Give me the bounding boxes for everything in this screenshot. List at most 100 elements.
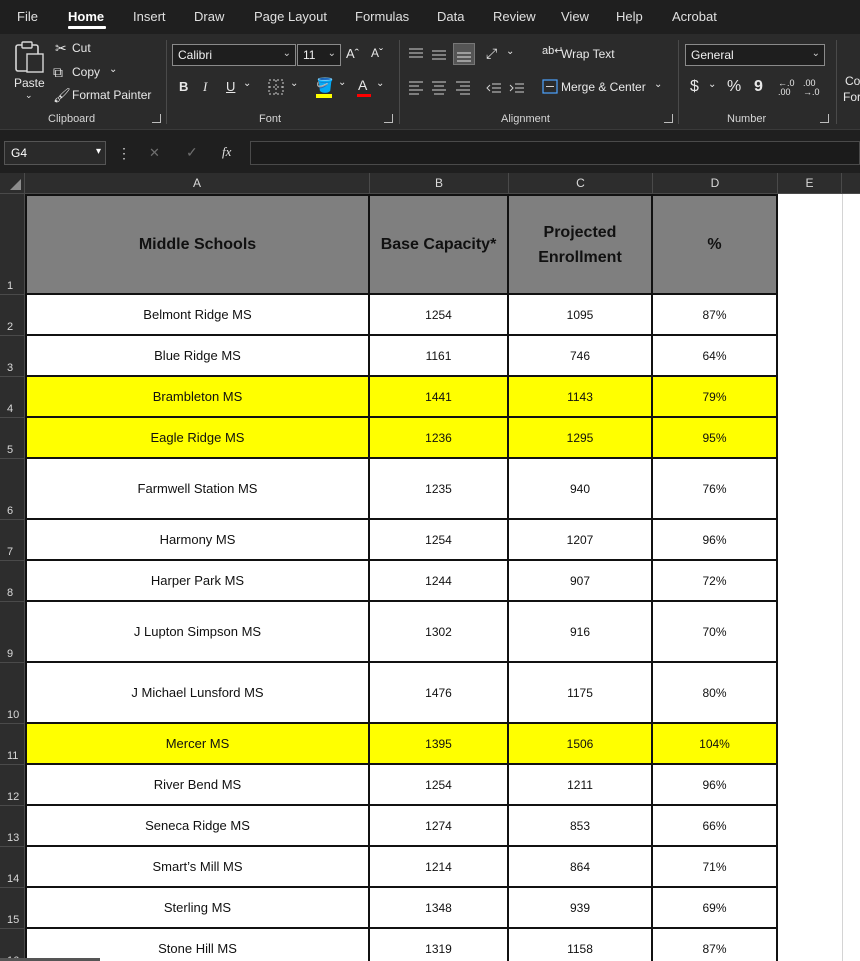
cell-base-capacity[interactable]: 1254 — [370, 765, 509, 806]
number-launcher-icon[interactable] — [820, 114, 829, 123]
underline-button[interactable]: U — [226, 79, 235, 94]
increase-indent-icon[interactable] — [509, 81, 525, 95]
row-header[interactable]: 8 — [0, 561, 25, 602]
cell-school-name[interactable]: Brambleton MS — [25, 377, 370, 418]
cell-base-capacity[interactable]: 1441 — [370, 377, 509, 418]
row-header[interactable]: 9 — [0, 602, 25, 663]
cell-base-capacity[interactable]: 1254 — [370, 520, 509, 561]
cell-school-name[interactable]: Sterling MS — [25, 888, 370, 929]
insert-function-icon[interactable]: fx — [222, 144, 231, 160]
cell-school-name[interactable]: River Bend MS — [25, 765, 370, 806]
cell-percent[interactable]: 69% — [653, 888, 778, 929]
cell-school-name[interactable]: Mercer MS — [25, 724, 370, 765]
cell-percent[interactable]: 80% — [653, 663, 778, 724]
copy-button[interactable]: ⧉ Copy ⌄ — [53, 64, 128, 82]
cell-base-capacity[interactable]: 1348 — [370, 888, 509, 929]
cell-school-name[interactable]: Smart’s Mill MS — [25, 847, 370, 888]
tab-file[interactable]: File — [17, 9, 38, 24]
tab-draw[interactable]: Draw — [194, 9, 224, 24]
align-bottom-button[interactable] — [453, 43, 475, 65]
chevron-down-icon[interactable]: ⌄ — [506, 46, 514, 57]
format-as-table-label-partial[interactable]: For — [843, 90, 860, 104]
cell-projected-enrollment[interactable]: 1175 — [509, 663, 653, 724]
tab-acrobat[interactable]: Acrobat — [672, 9, 717, 24]
row-header[interactable]: 14 — [0, 847, 25, 888]
align-top-icon[interactable] — [408, 48, 424, 62]
cell-percent[interactable]: 96% — [653, 520, 778, 561]
decrease-decimal-button[interactable]: .00 →.0 — [803, 79, 825, 97]
cell-projected-enrollment[interactable]: 1207 — [509, 520, 653, 561]
cell-projected-enrollment[interactable]: 907 — [509, 561, 653, 602]
cell-base-capacity[interactable]: 1274 — [370, 806, 509, 847]
cell-percent[interactable]: 70% — [653, 602, 778, 663]
cell-percent[interactable]: 72% — [653, 561, 778, 602]
column-header-c[interactable]: C — [509, 173, 653, 194]
cell-percent[interactable]: 104% — [653, 724, 778, 765]
column-header-d[interactable]: D — [653, 173, 778, 194]
cell-projected-enrollment[interactable]: 916 — [509, 602, 653, 663]
cell-percent[interactable]: 64% — [653, 336, 778, 377]
row-header[interactable]: 10 — [0, 663, 25, 724]
name-box[interactable]: G4 ▾ — [4, 141, 106, 165]
cell-projected-enrollment[interactable]: 940 — [509, 459, 653, 520]
underline-dropdown-icon[interactable]: ⌄ — [243, 78, 251, 89]
cell-percent[interactable]: 79% — [653, 377, 778, 418]
row-header[interactable]: 2 — [0, 295, 25, 336]
cell-percent[interactable]: 71% — [653, 847, 778, 888]
fill-color-button[interactable]: 🪣 ⌄ — [314, 77, 348, 100]
cell-base-capacity[interactable]: 1395 — [370, 724, 509, 765]
font-size-select[interactable]: 11 ⌄ — [297, 44, 341, 66]
row-header[interactable]: 12 — [0, 765, 25, 806]
cell-projected-enrollment[interactable]: 1506 — [509, 724, 653, 765]
cell-projected-enrollment[interactable]: 1295 — [509, 418, 653, 459]
cell-base-capacity[interactable]: 1214 — [370, 847, 509, 888]
cell-projected-enrollment[interactable]: 864 — [509, 847, 653, 888]
italic-button[interactable]: I — [203, 79, 207, 95]
tab-review[interactable]: Review — [493, 9, 536, 24]
borders-button[interactable]: ⌄ — [268, 78, 300, 97]
row-header[interactable]: 1 — [0, 194, 25, 295]
column-header-b[interactable]: B — [370, 173, 509, 194]
cell-percent[interactable]: 76% — [653, 459, 778, 520]
row-header[interactable]: 11 — [0, 724, 25, 765]
bold-button[interactable]: B — [179, 79, 188, 94]
row-header[interactable]: 3 — [0, 336, 25, 377]
cell-projected-enrollment[interactable]: 1211 — [509, 765, 653, 806]
tab-data[interactable]: Data — [437, 9, 464, 24]
decrease-indent-icon[interactable] — [486, 81, 502, 95]
more-options-icon[interactable]: ⋮ — [117, 145, 131, 162]
cell-school-name[interactable]: Eagle Ridge MS — [25, 418, 370, 459]
align-center-icon[interactable] — [431, 81, 447, 95]
cell-base-capacity[interactable]: 1254 — [370, 295, 509, 336]
cell-percent[interactable]: 66% — [653, 806, 778, 847]
cut-button[interactable]: ✂ Cut — [55, 40, 110, 58]
cell-projected-enrollment[interactable]: 1143 — [509, 377, 653, 418]
cell-school-name[interactable]: J Lupton Simpson MS — [25, 602, 370, 663]
paste-button[interactable]: Paste ⌄ — [8, 38, 48, 104]
row-header[interactable]: 13 — [0, 806, 25, 847]
cell-percent[interactable]: 96% — [653, 765, 778, 806]
align-right-icon[interactable] — [455, 81, 471, 95]
currency-button[interactable]: $ — [690, 78, 699, 96]
cell-percent[interactable]: 87% — [653, 929, 778, 961]
percent-button[interactable]: % — [727, 78, 741, 96]
formula-input[interactable] — [250, 141, 860, 165]
cell-school-name[interactable]: Seneca Ridge MS — [25, 806, 370, 847]
wrap-text-button[interactable]: ab↵ Wrap Text — [542, 45, 622, 64]
header-projected-enrollment[interactable]: Projected Enrollment — [509, 194, 653, 295]
column-header-e[interactable]: E — [778, 173, 842, 194]
row-header[interactable]: 6 — [0, 459, 25, 520]
cell-school-name[interactable]: Harmony MS — [25, 520, 370, 561]
format-painter-button[interactable]: 🖌 Format Painter — [53, 87, 153, 105]
cell-projected-enrollment[interactable]: 853 — [509, 806, 653, 847]
cell-projected-enrollment[interactable]: 939 — [509, 888, 653, 929]
cell-school-name[interactable]: J Michael Lunsford MS — [25, 663, 370, 724]
shrink-font-button[interactable]: Aˇ — [371, 46, 383, 60]
cell-projected-enrollment[interactable]: 1158 — [509, 929, 653, 961]
column-header-f-partial[interactable] — [842, 173, 860, 194]
worksheet-grid[interactable]: A B C D E 1 Middle Schools Base Capacity* P… — [0, 173, 860, 961]
increase-decimal-button[interactable]: ←.0 .00 — [778, 79, 800, 97]
align-middle-icon[interactable] — [431, 48, 447, 62]
cell-base-capacity[interactable]: 1161 — [370, 336, 509, 377]
enter-icon[interactable]: ✓ — [186, 144, 198, 161]
